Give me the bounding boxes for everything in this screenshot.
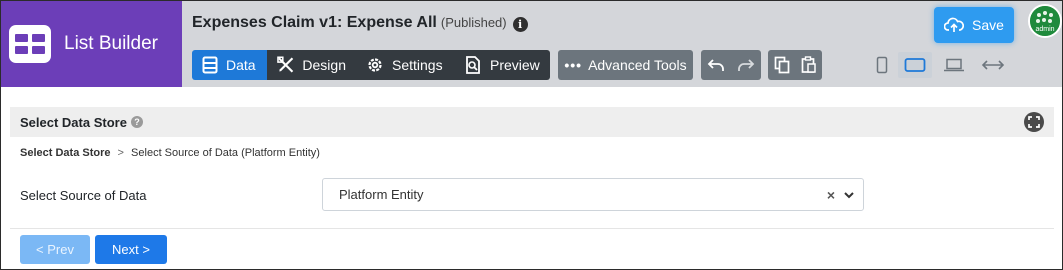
save-button[interactable]: Save bbox=[934, 7, 1014, 43]
clear-icon[interactable]: × bbox=[827, 187, 835, 203]
tab-preview-label: Preview bbox=[490, 57, 540, 73]
expand-icon[interactable] bbox=[1024, 112, 1044, 132]
user-avatar[interactable]: admin bbox=[1028, 4, 1062, 38]
selected-value: Platform Entity bbox=[339, 187, 424, 202]
gear-icon bbox=[368, 58, 382, 72]
paste-button[interactable] bbox=[795, 50, 822, 80]
phone-icon bbox=[876, 56, 888, 74]
breadcrumb-current: Select Source of Data (Platform Entity) bbox=[131, 147, 320, 159]
document-status: (Published) bbox=[440, 15, 507, 30]
save-label: Save bbox=[972, 17, 1004, 33]
copy-icon bbox=[774, 56, 789, 74]
next-label: Next > bbox=[112, 242, 150, 257]
tab-design[interactable]: Design bbox=[267, 50, 356, 80]
preview-icon bbox=[466, 56, 480, 74]
avatar-text: admin bbox=[1035, 26, 1055, 33]
main-tabs: Data Design Settings Preview bbox=[192, 50, 550, 80]
tablet-icon bbox=[904, 58, 926, 72]
undo-icon bbox=[707, 59, 724, 71]
select-data-store-header: Select Data Store ? bbox=[10, 107, 1054, 137]
tablet-view-button[interactable] bbox=[898, 52, 932, 78]
ellipsis-icon: ••• bbox=[564, 57, 583, 73]
prev-label: < Prev bbox=[36, 242, 74, 257]
undo-button[interactable] bbox=[701, 50, 731, 80]
panel-title: Select Data Store bbox=[20, 114, 127, 130]
brand: List Builder bbox=[1, 1, 182, 87]
tab-data-label: Data bbox=[226, 57, 256, 73]
source-of-data-label: Select Source of Data bbox=[20, 188, 147, 203]
tab-design-label: Design bbox=[302, 57, 346, 73]
next-button[interactable]: Next > bbox=[95, 235, 167, 264]
paste-icon bbox=[801, 56, 816, 73]
prev-button[interactable]: < Prev bbox=[20, 235, 90, 264]
app-title: List Builder bbox=[64, 33, 158, 54]
laptop-view-button[interactable] bbox=[939, 52, 969, 78]
header-bar: List Builder Expenses Claim v1: Expense … bbox=[1, 1, 1062, 87]
full-width-icon bbox=[981, 60, 1005, 70]
info-icon[interactable]: i bbox=[512, 17, 528, 32]
tab-settings-label: Settings bbox=[392, 57, 443, 73]
phone-view-button[interactable] bbox=[869, 52, 895, 78]
advanced-tools-button[interactable]: ••• Advanced Tools bbox=[558, 50, 693, 80]
question-icon[interactable]: ? bbox=[130, 116, 143, 128]
list-builder-icon bbox=[9, 25, 51, 63]
cloud-upload-icon bbox=[944, 17, 965, 32]
redo-button[interactable] bbox=[731, 50, 761, 80]
undo-redo-group bbox=[701, 50, 761, 80]
divider bbox=[10, 228, 1054, 229]
document-name: Expenses Claim v1: Expense All bbox=[192, 14, 437, 31]
copy-paste-group bbox=[768, 50, 822, 80]
breadcrumb-separator: > bbox=[117, 147, 124, 159]
document-title: Expenses Claim v1: Expense All (Publishe… bbox=[192, 14, 528, 32]
tab-preview[interactable]: Preview bbox=[454, 50, 550, 80]
chevron-down-icon[interactable] bbox=[843, 190, 855, 200]
source-of-data-select[interactable]: Platform Entity × bbox=[322, 178, 864, 211]
copy-button[interactable] bbox=[768, 50, 795, 80]
breadcrumb-root[interactable]: Select Data Store bbox=[20, 147, 110, 159]
list-builder-window: List Builder Expenses Claim v1: Expense … bbox=[0, 0, 1063, 270]
design-tools-icon bbox=[277, 56, 294, 73]
laptop-icon bbox=[944, 58, 964, 72]
tab-data[interactable]: Data bbox=[192, 50, 267, 80]
table-icon bbox=[202, 56, 218, 74]
full-width-view-button[interactable] bbox=[977, 52, 1009, 78]
breadcrumb: Select Data Store > Select Source of Dat… bbox=[20, 147, 320, 159]
tab-settings[interactable]: Settings bbox=[356, 50, 454, 80]
advanced-tools-label: Advanced Tools bbox=[588, 57, 687, 73]
redo-icon bbox=[738, 59, 755, 71]
